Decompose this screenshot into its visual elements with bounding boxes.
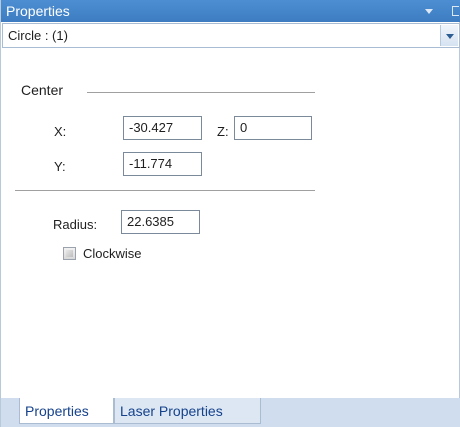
clockwise-label: Clockwise: [83, 246, 142, 261]
panel-tabstrip: Properties Laser Properties: [1, 398, 460, 427]
tab-laser-properties[interactable]: Laser Properties: [114, 398, 261, 424]
x-label: X:: [54, 124, 67, 139]
object-selector-dropdown-button[interactable]: [440, 25, 458, 46]
y-label: Y:: [54, 159, 66, 174]
y-input[interactable]: -11.774: [123, 152, 202, 176]
section-divider: [15, 190, 315, 191]
pin-icon[interactable]: [452, 6, 459, 16]
clockwise-checkbox[interactable]: [63, 247, 76, 260]
radius-input[interactable]: 22.6385: [121, 210, 200, 234]
center-group-label: Center: [21, 82, 70, 98]
panel-titlebar: Properties: [1, 0, 460, 22]
center-group-divider: [87, 92, 315, 93]
object-selector[interactable]: Circle : (1): [2, 23, 460, 48]
z-input[interactable]: 0: [234, 116, 312, 140]
panel-menu-arrow-icon[interactable]: [425, 9, 433, 14]
object-selector-value: Circle : (1): [8, 28, 68, 43]
panel-title: Properties: [6, 3, 70, 19]
chevron-down-icon: [446, 34, 454, 39]
properties-panel: Properties Circle : (1) Center X: -30.42…: [0, 0, 460, 427]
tab-properties[interactable]: Properties: [19, 398, 114, 424]
x-input[interactable]: -30.427: [123, 116, 202, 140]
z-label: Z:: [217, 124, 229, 139]
radius-label: Radius:: [53, 217, 98, 232]
